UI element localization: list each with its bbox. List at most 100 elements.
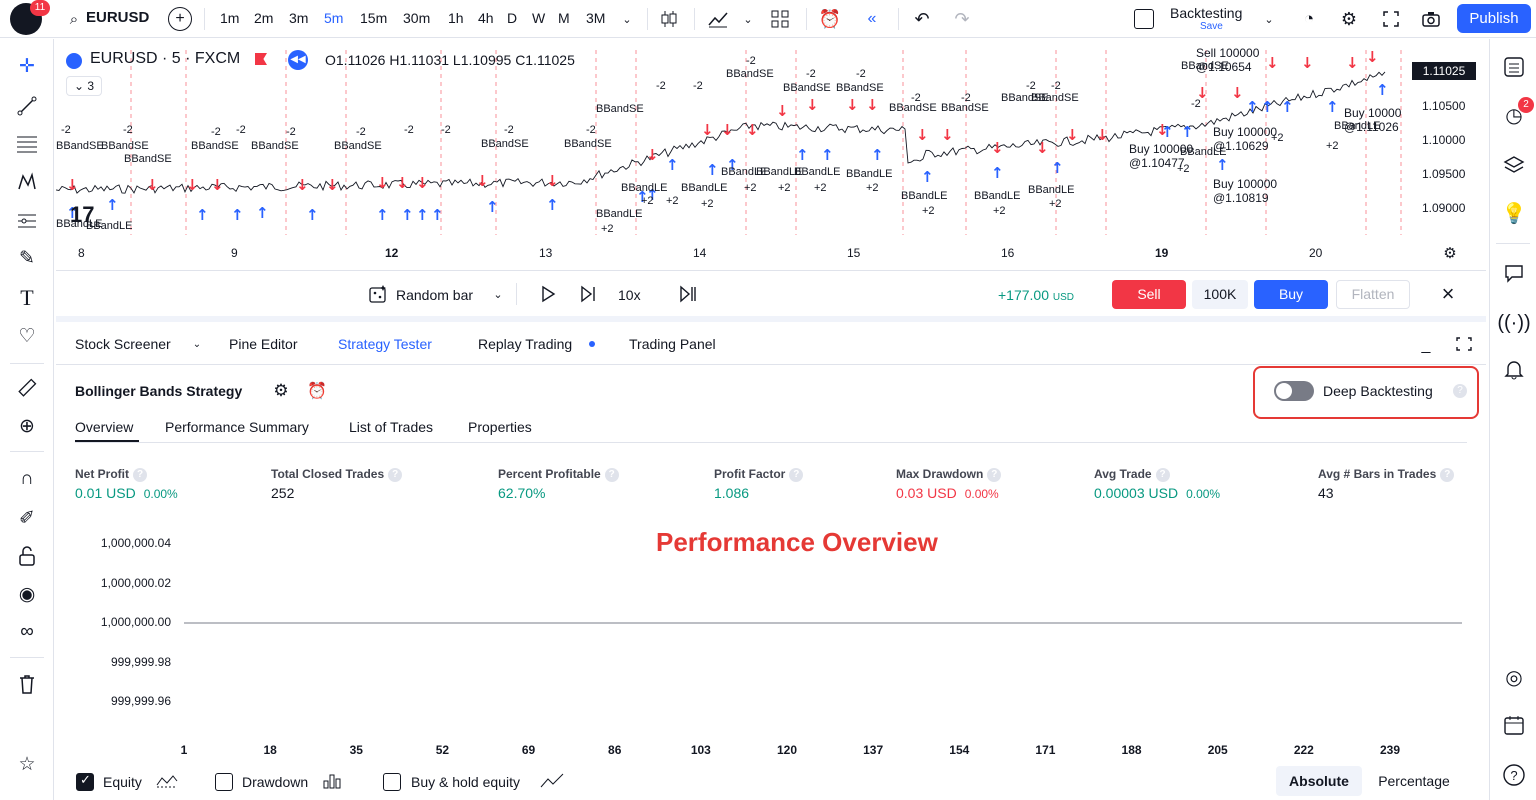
chart-symbol-title[interactable]: EURUSD · 5 · FXCM (90, 50, 240, 68)
fib-lines-icon[interactable] (9, 129, 45, 159)
tab-stock-screener[interactable]: Stock Screener (75, 336, 171, 352)
chevron-down-icon[interactable]: ⌄ (740, 10, 756, 28)
help-icon[interactable]: ? (133, 468, 147, 482)
help-icon[interactable]: ? (604, 468, 619, 482)
search-icon[interactable]: ⌕ (64, 9, 84, 29)
redo-icon[interactable]: ↷ (948, 7, 976, 31)
indicators-icon[interactable] (704, 7, 732, 31)
replay-icon[interactable]: « (858, 7, 886, 31)
subtab-performance-summary[interactable]: Performance Summary (165, 419, 309, 435)
strategy-alert-icon[interactable]: ⏰ (306, 380, 328, 402)
help-icon[interactable]: ? (1155, 468, 1170, 482)
flatten-button[interactable]: Flatten (1336, 280, 1410, 309)
buy-hold-checkbox[interactable] (383, 773, 401, 791)
timeframe-w[interactable]: W (532, 10, 545, 26)
percentage-toggle[interactable]: Percentage (1368, 766, 1460, 796)
brush-icon[interactable]: ✎ (9, 243, 45, 273)
subtab-properties[interactable]: Properties (468, 419, 532, 435)
help-icon[interactable]: ? (789, 468, 804, 482)
timeframe-3m[interactable]: 3m (289, 10, 308, 26)
help-icon[interactable]: ? (388, 468, 403, 482)
layout-checkbox[interactable] (1134, 9, 1154, 29)
trash-icon[interactable] (9, 669, 45, 699)
deep-backtesting-label[interactable]: Deep Backtesting (1323, 383, 1433, 399)
chevron-down-icon[interactable]: ⌄ (1260, 10, 1278, 28)
deep-backtesting-toggle[interactable] (1274, 381, 1314, 401)
chat-icon[interactable] (1496, 257, 1532, 289)
link-icon[interactable]: ∞ (9, 617, 45, 647)
play-icon[interactable] (536, 282, 560, 306)
layouts-icon[interactable] (766, 7, 794, 31)
star-icon[interactable]: ☆ (9, 749, 45, 779)
replay-marker-icon[interactable]: ◀◀ (288, 50, 308, 70)
watchlist-icon[interactable] (1496, 51, 1532, 83)
subtab-list-of-trades[interactable]: List of Trades (349, 419, 433, 435)
ruler-icon[interactable] (9, 373, 45, 403)
quantity-field[interactable]: 100K (1192, 280, 1248, 309)
price-chart[interactable]: ↓ ↓ ↓ ↓ ↓ ↓ ↓ ↓ ↓ ↓ ↓ ↓ ↓ ↓ ↓ ↓ ↓ ↓ ↓ ↓ ↓ ↓ ↓ ↓ ↓ ↓ ↓ ↓ ↓ ↓ ↓ ↓ ↑ ↑ ↑ ↑ ↑ ↑ ↑ ↑… (56, 40, 1486, 268)
ideas-bulb-icon[interactable]: 💡 (1496, 197, 1532, 229)
replay-mode-select[interactable]: Random bar (396, 287, 473, 303)
tab-pine-editor[interactable]: Pine Editor (229, 336, 297, 352)
chevron-down-icon[interactable]: ⌄ (190, 336, 204, 352)
minimize-panel-icon[interactable]: _ (1416, 336, 1436, 356)
publish-button[interactable]: Publish (1457, 4, 1531, 33)
dom-icon[interactable]: ◎ (1496, 661, 1532, 693)
alert-icon[interactable]: ⏰ (816, 7, 844, 31)
timeframe-3m[interactable]: 3M (586, 10, 605, 26)
layers-icon[interactable] (1496, 149, 1532, 181)
tab-trading-panel[interactable]: Trading Panel (629, 336, 716, 352)
chevron-down-icon[interactable]: ⌄ (618, 10, 636, 28)
trend-line-icon[interactable] (9, 91, 45, 121)
timeframe-4h[interactable]: 4h (478, 10, 494, 26)
jump-to-realtime-icon[interactable] (676, 282, 700, 306)
tab-strategy-tester[interactable]: Strategy Tester (338, 336, 432, 352)
timeframe-30m[interactable]: 30m (403, 10, 430, 26)
forecast-icon[interactable] (9, 205, 45, 235)
timeframe-m[interactable]: M (558, 10, 570, 26)
lock-icon[interactable] (9, 541, 45, 571)
text-icon[interactable]: T (9, 283, 45, 313)
replay-speed[interactable]: 10x (618, 287, 641, 303)
equity-checkbox[interactable]: ✓ (76, 772, 94, 791)
drawdown-checkbox[interactable] (215, 773, 233, 791)
timeframe-15m[interactable]: 15m (360, 10, 387, 26)
help-icon[interactable]: ? (1496, 759, 1532, 791)
crosshair-icon[interactable]: ✛ (9, 51, 45, 81)
zoom-in-icon[interactable]: ⊕ (9, 411, 45, 441)
fullscreen-icon[interactable] (1378, 7, 1404, 31)
compare-plus-icon[interactable]: + (168, 7, 192, 31)
undo-icon[interactable]: ↶ (908, 7, 936, 31)
help-icon[interactable]: ? (1440, 468, 1455, 482)
quick-search-icon[interactable]: ◔ (1296, 7, 1322, 31)
candles-icon[interactable] (656, 7, 682, 31)
chevron-down-icon[interactable]: ⌄ (490, 285, 506, 303)
help-icon[interactable]: ? (987, 468, 1002, 482)
stay-drawing-icon[interactable]: ✐ (9, 503, 45, 533)
chart-settings-icon[interactable]: ⚙ (1440, 243, 1460, 263)
strategy-settings-icon[interactable]: ⚙ (270, 380, 292, 402)
deep-backtesting-help-icon[interactable]: ? (1453, 384, 1467, 398)
step-forward-icon[interactable] (576, 282, 600, 306)
maximize-panel-icon[interactable] (1454, 334, 1474, 354)
indicators-collapse[interactable]: ⌄ 3 (66, 76, 102, 96)
timeframe-1h[interactable]: 1h (448, 10, 464, 26)
eye-icon[interactable]: ◉ (9, 579, 45, 609)
close-icon[interactable]: × (1436, 281, 1460, 306)
magnet-icon[interactable]: ∩ (9, 464, 45, 494)
random-bar-icon[interactable] (366, 282, 390, 306)
calendar-icon[interactable] (1496, 709, 1532, 741)
tab-replay-trading[interactable]: Replay Trading (478, 336, 572, 352)
timeframe-d[interactable]: D (507, 10, 517, 26)
notifications-bell-icon[interactable] (1496, 353, 1532, 385)
sell-button[interactable]: Sell (1112, 280, 1186, 309)
timeframe-1m[interactable]: 1m (220, 10, 239, 26)
symbol-search[interactable]: EURUSD (86, 9, 149, 26)
timeframe-5m[interactable]: 5m (324, 10, 343, 26)
subtab-overview[interactable]: Overview (75, 419, 133, 435)
streams-icon[interactable]: ((·)) (1496, 307, 1532, 339)
timeframe-2m[interactable]: 2m (254, 10, 273, 26)
heart-icon[interactable]: ♡ (9, 321, 45, 351)
pattern-icon[interactable] (9, 167, 45, 197)
buy-button[interactable]: Buy (1254, 280, 1328, 309)
